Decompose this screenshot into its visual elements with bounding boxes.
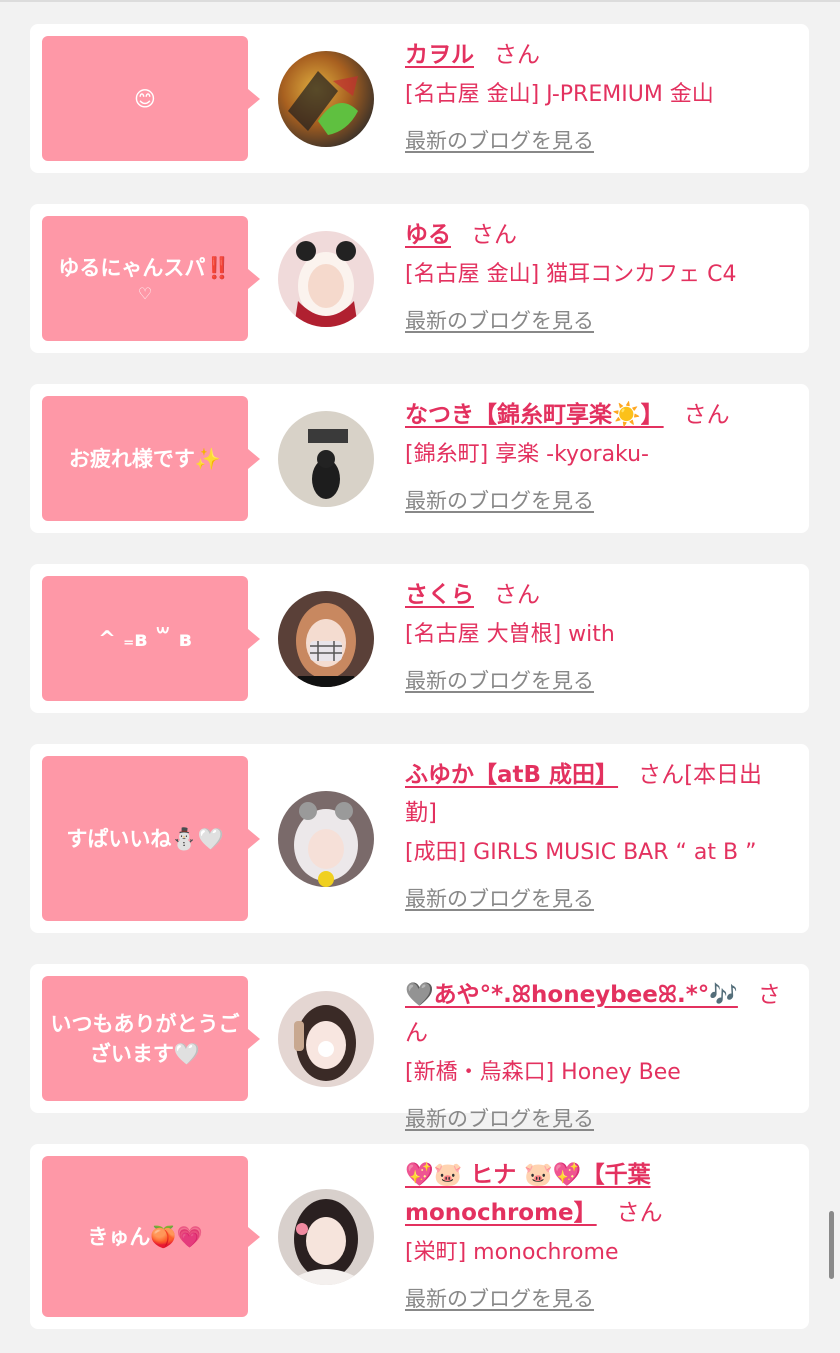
shop-name: [新橋・烏森口] Honey Bee bbox=[405, 1060, 681, 1085]
honorific: さん bbox=[616, 1200, 663, 1226]
latest-blog-link[interactable]: 最新のブログを見る bbox=[405, 666, 594, 696]
cast-info: なつき【錦糸町享楽☀️】 さん [錦糸町] 享楽 -kyoraku- 最新のブログ… bbox=[405, 396, 785, 516]
shop-name: [名古屋 金山] 猫耳コンカフェ C4 bbox=[405, 262, 737, 287]
cast-info: ふゆか【atB 成田】 さん[本日出勤] [成田] GIRLS MUSIC BAR… bbox=[405, 756, 785, 914]
message-subtext: ♡ bbox=[137, 283, 153, 303]
cast-name-link[interactable]: 💖🐷 ヒナ 🐷💖【千葉 monochrome】 bbox=[405, 1162, 651, 1226]
cast-info: カヲル さん [名古屋 金山] J-PREMIUM 金山 最新のブログを見る bbox=[405, 36, 785, 156]
message-text: ゆるにゃんスパ‼️ bbox=[58, 255, 232, 280]
message-bubble: 😊 bbox=[42, 36, 260, 161]
message-bubble: いつもありがとうございます🤍 bbox=[42, 976, 260, 1101]
cast-info: 💖🐷 ヒナ 🐷💖【千葉 monochrome】 さん [栄町] monochrom… bbox=[405, 1156, 785, 1314]
latest-blog-link[interactable]: 最新のブログを見る bbox=[405, 486, 594, 516]
top-divider bbox=[0, 0, 840, 2]
avatar[interactable] bbox=[278, 791, 374, 887]
shop-name: [名古屋 大曽根] with bbox=[405, 622, 615, 647]
shop-name: [名古屋 金山] J-PREMIUM 金山 bbox=[405, 82, 714, 107]
message-list: 😊 カヲル さん [名古屋 金山] J-PREMIUM 金山 最新のブログを見る … bbox=[30, 24, 809, 1329]
message-bubble: きゅん🍑💗 bbox=[42, 1156, 260, 1317]
message-text: いつもありがとうございます🤍 bbox=[50, 1011, 240, 1066]
message-text: すぱいいね⛄🤍 bbox=[66, 826, 224, 851]
message-bubble: ^ ₌ʙ ꒳ ʙ bbox=[42, 576, 260, 701]
list-item: いつもありがとうございます🤍 🩶あや°*.ꕤhoneybeeꕤ.*°🎶 さん [新… bbox=[30, 964, 809, 1131]
cast-name-link[interactable]: ふゆか【atB 成田】 bbox=[405, 762, 618, 788]
message-text: お疲れ様です✨ bbox=[68, 446, 222, 471]
shop-name: [栄町] monochrome bbox=[405, 1240, 619, 1265]
honorific: さん bbox=[471, 222, 517, 248]
cast-info: ゆる さん [名古屋 金山] 猫耳コンカフェ C4 最新のブログを見る bbox=[405, 216, 785, 336]
shop-name: [錦糸町] 享楽 -kyoraku- bbox=[405, 442, 649, 467]
avatar[interactable] bbox=[278, 231, 374, 327]
latest-blog-link[interactable]: 最新のブログを見る bbox=[405, 1104, 594, 1134]
latest-blog-link[interactable]: 最新のブログを見る bbox=[405, 884, 594, 914]
latest-blog-link[interactable]: 最新のブログを見る bbox=[405, 1284, 594, 1314]
cast-name-link[interactable]: さくら bbox=[405, 582, 474, 608]
avatar[interactable] bbox=[278, 991, 374, 1087]
honorific: さん bbox=[683, 402, 730, 428]
message-bubble: お疲れ様です✨ bbox=[42, 396, 260, 521]
list-item: 😊 カヲル さん [名古屋 金山] J-PREMIUM 金山 最新のブログを見る bbox=[30, 24, 809, 173]
list-item: ^ ₌ʙ ꒳ ʙ さくら さん [名古屋 大曽根] with 最新のブログを見る bbox=[30, 564, 809, 713]
list-item: すぱいいね⛄🤍 ふゆか【atB 成田】 さん[本日出勤] [成田] GIRLS M… bbox=[30, 744, 809, 933]
cast-name-link[interactable]: カヲル bbox=[405, 42, 474, 68]
list-item: きゅん🍑💗 💖🐷 ヒナ 🐷💖【千葉 monochrome】 さん [栄町] mon… bbox=[30, 1144, 809, 1329]
message-bubble: すぱいいね⛄🤍 bbox=[42, 756, 260, 921]
honorific: さん bbox=[638, 762, 685, 788]
scrollbar[interactable] bbox=[829, 1211, 834, 1279]
cast-name-link[interactable]: 🩶あや°*.ꕤhoneybeeꕤ.*°🎶 bbox=[405, 982, 738, 1008]
message-text: きゅん🍑💗 bbox=[87, 1224, 203, 1249]
cast-name-link[interactable]: ゆる bbox=[405, 222, 451, 248]
list-item: お疲れ様です✨ なつき【錦糸町享楽☀️】 さん [錦糸町] 享楽 -kyoraku… bbox=[30, 384, 809, 533]
honorific: さん bbox=[494, 582, 540, 608]
shop-name: [成田] GIRLS MUSIC BAR “ at B ” bbox=[405, 840, 757, 865]
honorific: さん bbox=[494, 42, 540, 68]
message-bubble: ゆるにゃんスパ‼️ ♡ bbox=[42, 216, 260, 341]
avatar[interactable] bbox=[278, 51, 374, 147]
latest-blog-link[interactable]: 最新のブログを見る bbox=[405, 126, 594, 156]
list-item: ゆるにゃんスパ‼️ ♡ ゆる さん [名古屋 金山] 猫耳コンカフェ C4 最新の… bbox=[30, 204, 809, 353]
avatar[interactable] bbox=[278, 411, 374, 507]
message-text: ^ ₌ʙ ꒳ ʙ bbox=[98, 626, 192, 651]
message-text: 😊 bbox=[134, 86, 156, 111]
latest-blog-link[interactable]: 最新のブログを見る bbox=[405, 306, 594, 336]
cast-name-link[interactable]: なつき【錦糸町享楽☀️】 bbox=[405, 402, 664, 428]
cast-info: さくら さん [名古屋 大曽根] with 最新のブログを見る bbox=[405, 576, 785, 696]
avatar[interactable] bbox=[278, 1189, 374, 1285]
cast-info: 🩶あや°*.ꕤhoneybeeꕤ.*°🎶 さん [新橋・烏森口] Honey Be… bbox=[405, 976, 785, 1134]
avatar[interactable] bbox=[278, 591, 374, 687]
